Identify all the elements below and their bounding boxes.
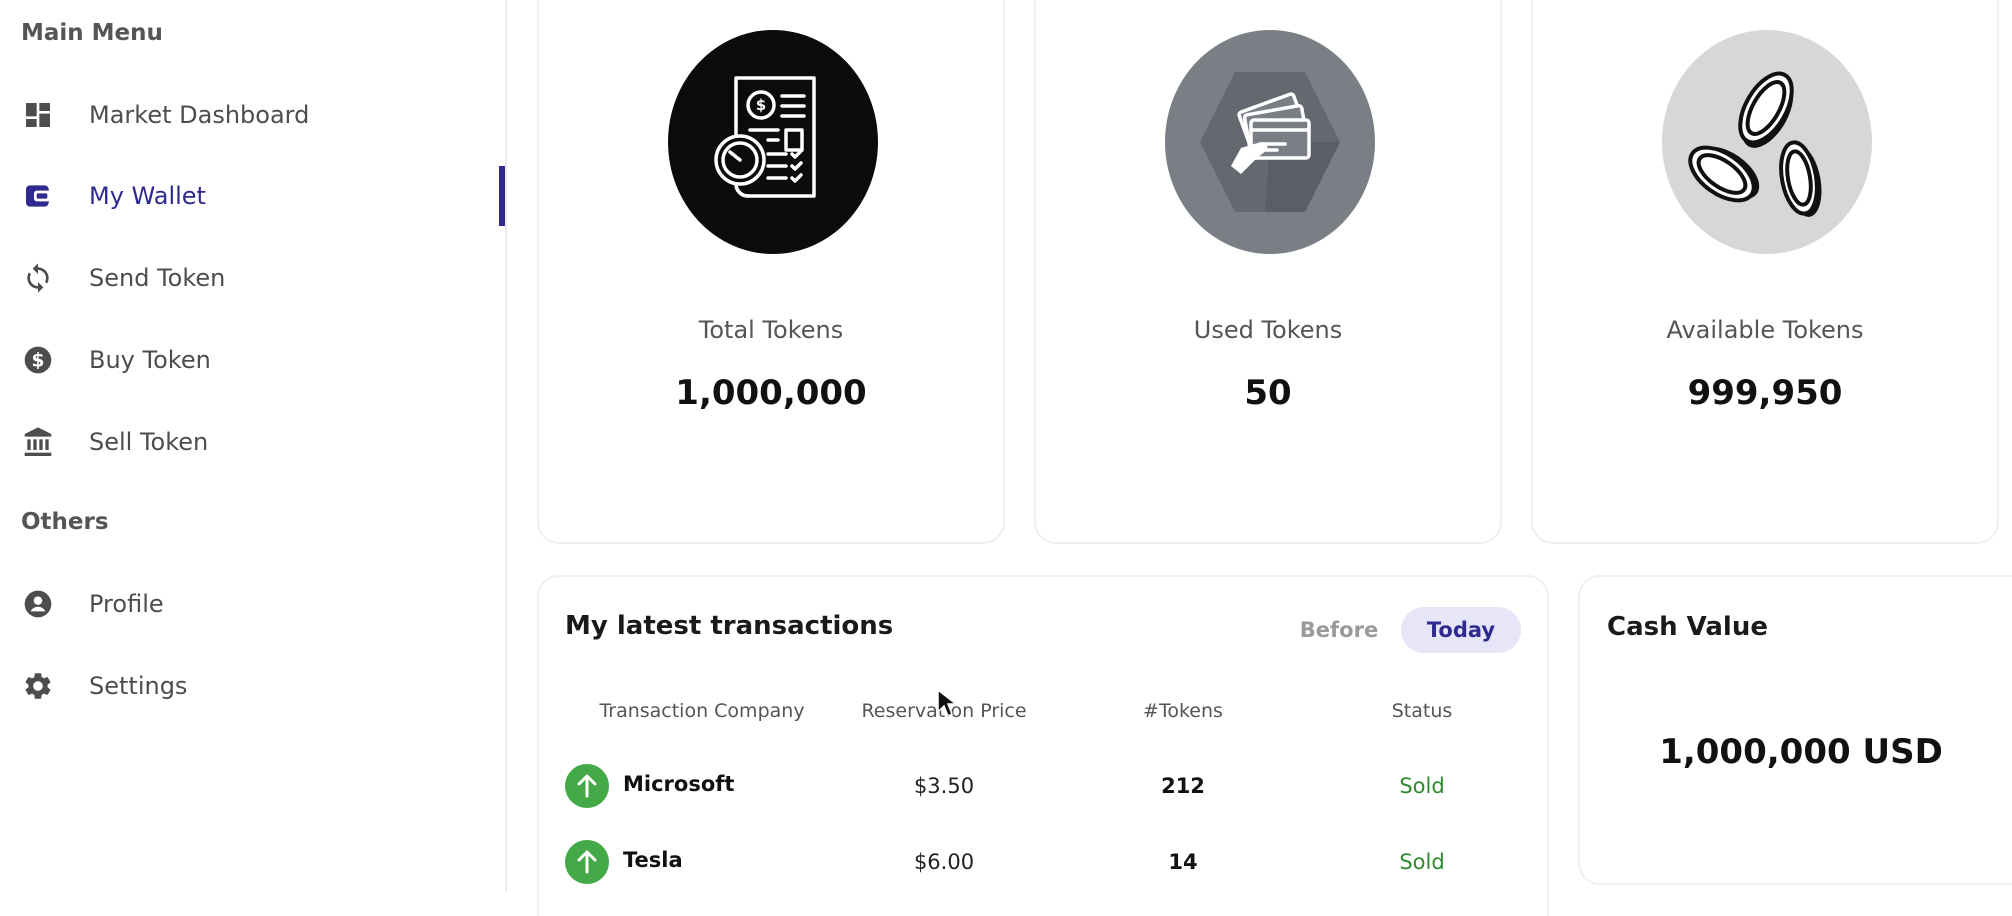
cards-icon [1165,30,1375,254]
column-header-status: Status [1391,700,1453,722]
table-row[interactable]: Microsoft $3.50 212 Sold [539,756,1547,816]
reservation-price: $6.00 [913,850,975,874]
stat-value: 1,000,000 [675,373,867,413]
status-text: Sold [1399,850,1445,874]
sidebar-item-label: Profile [89,590,164,618]
active-indicator [499,166,505,226]
column-header-tokens: #Tokens [1143,700,1223,722]
token-count: 14 [1168,850,1198,874]
cash-value-amount: 1,000,000 USD [1659,732,1943,772]
tab-before[interactable]: Before [1279,607,1399,653]
invoice-icon: $ [668,30,878,254]
arrow-up-icon [565,764,609,808]
dollar-icon: $ [24,346,52,374]
others-title: Others [21,509,109,535]
stat-label: Used Tokens [1193,316,1343,344]
sidebar: Main Menu Market Dashboard My Wallet Sen… [0,0,507,892]
cash-value-card: Cash Value 1,000,000 USD [1578,575,2012,885]
sidebar-item-buy-token[interactable]: $ Buy Token [0,330,505,390]
svg-text:$: $ [756,96,766,114]
transactions-title: My latest transactions [565,611,894,641]
sidebar-item-label: Buy Token [89,346,211,374]
bank-icon [24,427,52,456]
sidebar-item-label: Settings [89,672,188,700]
table-row[interactable]: Tesla $6.00 14 Sold [539,832,1547,892]
company-name: Tesla [623,848,683,872]
stat-card-available-tokens: Available Tokens 999,950 [1531,0,1999,544]
gear-icon [25,673,51,699]
column-header-company: Transaction Company [599,700,805,722]
sidebar-item-profile[interactable]: Profile [0,574,505,634]
status-text: Sold [1399,774,1445,798]
app-root: Main Menu Market Dashboard My Wallet Sen… [0,0,2012,916]
coins-icon [1662,30,1872,254]
dashboard-icon [26,103,50,127]
sidebar-item-label: Send Token [89,264,226,292]
sidebar-item-market-dashboard[interactable]: Market Dashboard [0,85,505,145]
transactions-card: My latest transactions Before Today Tran… [537,575,1549,916]
sidebar-item-sell-token[interactable]: Sell Token [0,412,505,472]
svg-text:$: $ [32,351,45,372]
stat-card-used-tokens: Used Tokens 50 [1034,0,1502,544]
sidebar-item-settings[interactable]: Settings [0,656,505,716]
stat-label: Total Tokens [698,316,844,344]
token-count: 212 [1161,774,1205,798]
arrow-up-icon [565,840,609,884]
sync-icon [27,263,49,293]
stat-value: 999,950 [1687,373,1843,413]
stat-value: 50 [1244,373,1292,413]
sidebar-item-send-token[interactable]: Send Token [0,248,505,308]
sidebar-item-label: Sell Token [89,428,209,456]
wallet-icon [26,185,50,207]
main-menu-title: Main Menu [21,20,163,46]
stat-card-total-tokens: $ Total Tokens 1,000,000 [537,0,1005,544]
company-name: Microsoft [623,772,735,796]
mouse-cursor-icon [937,688,958,718]
sidebar-item-label: Market Dashboard [89,101,310,129]
tab-today[interactable]: Today [1401,607,1521,653]
stat-label: Available Tokens [1666,316,1864,344]
reservation-price: $3.50 [913,774,975,798]
cash-value-title: Cash Value [1607,612,1768,642]
user-icon [24,590,52,618]
sidebar-item-my-wallet[interactable]: My Wallet [0,166,505,226]
sidebar-item-label: My Wallet [89,182,206,210]
